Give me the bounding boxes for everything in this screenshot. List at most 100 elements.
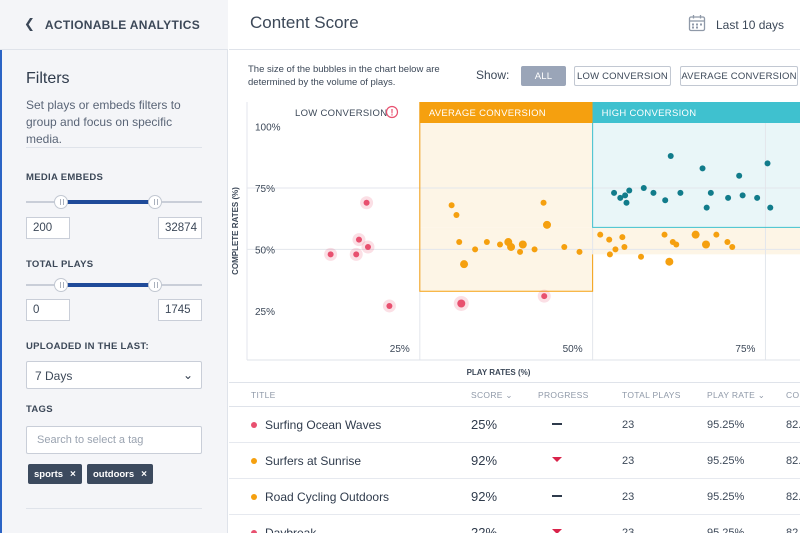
average-conversion-bubble — [729, 243, 736, 250]
table-row[interactable]: Surfing Ocean Waves 25% 23 95.25% 82. — [229, 407, 800, 443]
remove-tag-icon[interactable]: × — [70, 469, 76, 480]
slider-min-handle[interactable] — [54, 195, 68, 209]
high-conversion-bubble — [767, 204, 774, 211]
tags-label: TAGS — [26, 404, 53, 415]
completion-rate-value: 82. — [786, 527, 800, 533]
average-conversion-bubble — [691, 230, 700, 239]
average-conversion-bubble — [496, 241, 503, 248]
col-score-label: SCORE — [471, 390, 503, 400]
play-rate-value: 95.25% — [707, 527, 745, 533]
trend-flat-icon — [552, 495, 562, 497]
high-conversion-bubble — [725, 194, 732, 201]
media-embeds-max-input[interactable]: 32874 — [158, 217, 202, 239]
media-title-link[interactable]: Daybreak — [265, 526, 316, 533]
average-conversion-bubble — [612, 246, 619, 253]
high-conversion-bubble — [667, 153, 674, 160]
average-conversion-bubble — [576, 248, 583, 255]
table-row[interactable]: Daybreak 22% 23 95.25% 82. — [229, 515, 800, 533]
media-embeds-slider[interactable] — [26, 195, 202, 209]
tag-search-input[interactable]: Search to select a tag — [26, 426, 202, 454]
col-total-plays-header[interactable]: TOTAL PLAYS — [622, 390, 681, 400]
low-conversion-bubble — [327, 251, 334, 258]
col-score-header[interactable]: SCORE ⌄ — [471, 390, 513, 401]
average-conversion-bubble — [638, 253, 645, 260]
col-play-rate-label: PLAY RATE — [707, 390, 756, 400]
divider — [26, 147, 202, 148]
high-conversion-bubble — [754, 194, 761, 201]
slider-max-handle[interactable] — [148, 278, 162, 292]
average-conversion-bubble — [661, 231, 668, 238]
average-conversion-bubble — [456, 239, 463, 246]
col-play-rate-header[interactable]: PLAY RATE ⌄ — [707, 390, 765, 401]
remove-tag-icon[interactable]: × — [141, 469, 147, 480]
filters-title: Filters — [26, 70, 70, 87]
calendar-icon[interactable] — [688, 14, 706, 32]
average-conversion-bubble — [472, 246, 479, 253]
conversion-dot — [251, 422, 257, 428]
average-conversion-bubble — [724, 239, 731, 246]
average-conversion-bubble — [448, 202, 455, 209]
slider-min-handle[interactable] — [54, 278, 68, 292]
total-plays-max-input[interactable]: 1745 — [158, 299, 202, 321]
average-conversion-bubble — [673, 241, 680, 248]
high-conversion-bubble — [764, 160, 771, 167]
high-conversion-bubble — [703, 204, 710, 211]
total-plays-slider[interactable] — [26, 278, 202, 292]
back-label: ACTIONABLE ANALYTICS — [44, 17, 201, 32]
table-row[interactable]: Surfers at Sunrise 92% 23 95.25% 82. — [229, 443, 800, 479]
average-conversion-bubble — [518, 240, 527, 249]
media-embeds-min-input[interactable]: 200 — [26, 217, 70, 239]
page-title: Content Score — [250, 13, 359, 32]
slider-max-handle[interactable] — [148, 195, 162, 209]
average-conversion-bubble — [597, 231, 604, 238]
tag-chip-outdoors: outdoors × — [87, 464, 154, 484]
low-conversion-bubble — [541, 293, 548, 300]
chevron-down-icon: ⌄ — [505, 390, 513, 400]
low-conversion-bubble — [363, 199, 370, 206]
score-value: 25% — [471, 417, 498, 432]
score-value: 22% — [471, 525, 498, 533]
y-tick-label: 75% — [255, 184, 275, 195]
table-row[interactable]: Road Cycling Outdoors 92% 23 95.25% 82. — [229, 479, 800, 515]
col-title-header[interactable]: TITLE — [251, 390, 276, 400]
total-plays-value: 23 — [622, 455, 635, 467]
high-conversion-bubble — [650, 189, 657, 196]
high-conversion-bubble — [677, 189, 684, 196]
y-tick-label: 100% — [255, 123, 281, 134]
filters-sidebar: ❮ ACTIONABLE ANALYTICS Filters Set plays… — [0, 0, 228, 533]
low-conversion-bubble — [457, 299, 466, 308]
average-conversion-bubble — [540, 199, 547, 206]
media-title-link[interactable]: Surfers at Sunrise — [265, 454, 361, 468]
col-extra-header[interactable]: CO — [786, 390, 799, 400]
filters-description: Set plays or embeds filters to group and… — [26, 98, 181, 146]
divider — [26, 508, 202, 509]
page-header: Content Score Last 10 days — [229, 0, 800, 50]
date-range-selector[interactable]: Last 10 days — [716, 18, 784, 32]
tag-label: outdoors — [93, 468, 135, 480]
col-progress-header[interactable]: PROGRESS — [538, 390, 589, 400]
play-rate-value: 95.25% — [707, 419, 745, 431]
average-conversion-bubble — [453, 212, 460, 219]
filter-average-conversion-button[interactable]: AVERAGE CONVERSION — [680, 66, 798, 86]
average-conversion-bubble — [621, 243, 628, 250]
uploaded-select-value: 7 Days — [35, 369, 73, 383]
average-conversion-bubble — [483, 239, 490, 246]
average-conversion-bubble — [606, 251, 613, 258]
completion-rate-value: 82. — [786, 455, 800, 467]
trend-down-icon — [552, 457, 562, 462]
filter-low-conversion-button[interactable]: LOW CONVERSION — [574, 66, 671, 86]
media-title-link[interactable]: Road Cycling Outdoors — [265, 490, 389, 504]
average-zone-fill — [419, 227, 593, 292]
uploaded-select[interactable]: 7 Days ⌄ — [26, 361, 202, 389]
back-to-actionable-analytics[interactable]: ❮ ACTIONABLE ANALYTICS — [0, 0, 228, 50]
media-embeds-label: MEDIA EMBEDS — [26, 172, 104, 183]
high-conversion-bubble — [662, 197, 669, 204]
filter-all-button[interactable]: ALL — [521, 66, 566, 86]
chevron-down-icon: ⌄ — [757, 390, 766, 400]
x-axis-title: PLAY RATES (%) — [467, 368, 531, 377]
media-title-link[interactable]: Surfing Ocean Waves — [265, 418, 381, 432]
total-plays-min-input[interactable]: 0 — [26, 299, 70, 321]
tag-label: sports — [34, 468, 64, 480]
average-conversion-bubble — [701, 240, 710, 249]
total-plays-label: TOTAL PLAYS — [26, 259, 94, 270]
